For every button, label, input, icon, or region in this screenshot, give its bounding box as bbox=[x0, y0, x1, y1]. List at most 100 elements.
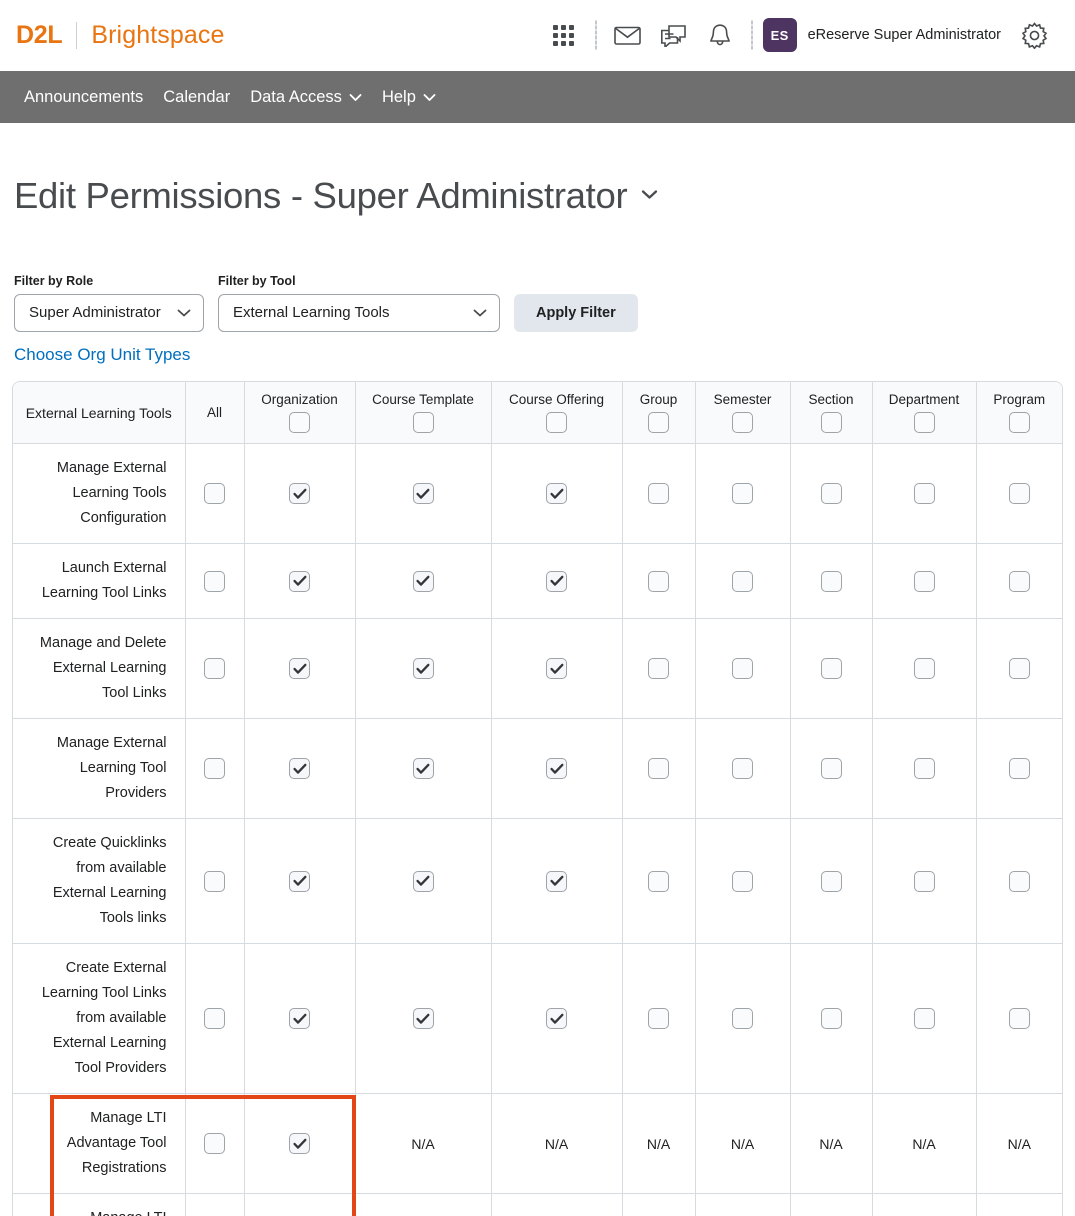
permission-checkbox-group[interactable] bbox=[648, 571, 669, 592]
permission-checkbox-all[interactable] bbox=[204, 871, 225, 892]
permission-checkbox-program[interactable] bbox=[1009, 483, 1030, 504]
nav-item-calendar[interactable]: Calendar bbox=[153, 71, 240, 123]
permission-checkbox-semester[interactable] bbox=[732, 871, 753, 892]
messages-button[interactable] bbox=[651, 13, 697, 57]
permission-checkbox-course-offering[interactable] bbox=[546, 483, 567, 504]
permission-checkbox-section[interactable] bbox=[821, 658, 842, 679]
permission-checkbox-program[interactable] bbox=[1009, 658, 1030, 679]
permission-checkbox-department[interactable] bbox=[914, 871, 935, 892]
permission-checkbox-course-template[interactable] bbox=[413, 571, 434, 592]
permission-checkbox-group[interactable] bbox=[648, 758, 669, 779]
permission-checkbox-semester[interactable] bbox=[732, 571, 753, 592]
permission-checkbox-department[interactable] bbox=[914, 571, 935, 592]
page-title-chevron-down-icon[interactable] bbox=[641, 187, 658, 205]
permission-checkbox-course-offering[interactable] bbox=[546, 871, 567, 892]
column-label: Group bbox=[640, 392, 678, 407]
permission-checkbox-course-offering[interactable] bbox=[546, 758, 567, 779]
cell-course-offering bbox=[491, 619, 622, 719]
permission-checkbox-all[interactable] bbox=[204, 571, 225, 592]
cell-course-template bbox=[355, 819, 491, 944]
column-checkbox-program[interactable] bbox=[1009, 412, 1030, 433]
permission-checkbox-section[interactable] bbox=[821, 483, 842, 504]
cell-organization bbox=[244, 1094, 355, 1194]
column-checkbox-group[interactable] bbox=[648, 412, 669, 433]
email-button[interactable] bbox=[605, 13, 651, 57]
table-row: Manage LTI Advantage Tool DeploymentsN/A… bbox=[13, 1194, 1062, 1216]
permission-checkbox-section[interactable] bbox=[821, 571, 842, 592]
choose-org-unit-types-link[interactable]: Choose Org Unit Types bbox=[12, 345, 190, 365]
nav-item-data-access[interactable]: Data Access bbox=[240, 71, 372, 123]
permission-checkbox-department[interactable] bbox=[914, 758, 935, 779]
apply-filter-button[interactable]: Apply Filter bbox=[514, 294, 638, 332]
filter-role-select[interactable]: Super Administrator bbox=[14, 294, 204, 332]
permission-checkbox-course-template[interactable] bbox=[413, 758, 434, 779]
avatar[interactable]: ES bbox=[763, 18, 797, 52]
permission-checkbox-semester[interactable] bbox=[732, 1008, 753, 1029]
permission-checkbox-all[interactable] bbox=[204, 1133, 225, 1154]
permission-checkbox-course-template[interactable] bbox=[413, 871, 434, 892]
cell-na-section: N/A bbox=[790, 1194, 872, 1216]
permission-checkbox-department[interactable] bbox=[914, 1008, 935, 1029]
column-header-course-offering: Course Offering bbox=[491, 382, 622, 444]
permission-checkbox-course-offering[interactable] bbox=[546, 571, 567, 592]
permission-checkbox-semester[interactable] bbox=[732, 758, 753, 779]
app-grid-button[interactable] bbox=[541, 13, 587, 57]
permission-checkbox-organization[interactable] bbox=[289, 571, 310, 592]
permission-name: Create External Learning Tool Links from… bbox=[13, 944, 185, 1094]
nav-label: Help bbox=[382, 88, 416, 107]
permission-checkbox-all[interactable] bbox=[204, 1008, 225, 1029]
column-checkbox-course-template[interactable] bbox=[413, 412, 434, 433]
permission-checkbox-program[interactable] bbox=[1009, 871, 1030, 892]
permission-checkbox-course-template[interactable] bbox=[413, 658, 434, 679]
permission-checkbox-program[interactable] bbox=[1009, 1008, 1030, 1029]
filter-tool-select[interactable]: External Learning Tools bbox=[218, 294, 500, 332]
permission-checkbox-all[interactable] bbox=[204, 483, 225, 504]
nav-item-announcements[interactable]: Announcements bbox=[14, 71, 153, 123]
permission-checkbox-section[interactable] bbox=[821, 871, 842, 892]
permission-checkbox-group[interactable] bbox=[648, 483, 669, 504]
permission-checkbox-course-offering[interactable] bbox=[546, 1008, 567, 1029]
brand-divider bbox=[76, 22, 77, 49]
column-checkbox-section[interactable] bbox=[821, 412, 842, 433]
settings-button[interactable] bbox=[1011, 13, 1057, 57]
table-row: Create Quicklinks from available Externa… bbox=[13, 819, 1062, 944]
brand-logo[interactable]: D2L Brightspace bbox=[16, 21, 224, 50]
permission-checkbox-section[interactable] bbox=[821, 1008, 842, 1029]
column-checkbox-semester[interactable] bbox=[732, 412, 753, 433]
permission-checkbox-semester[interactable] bbox=[732, 483, 753, 504]
username-label[interactable]: eReserve Super Administrator bbox=[808, 27, 1001, 43]
permission-checkbox-organization[interactable] bbox=[289, 1133, 310, 1154]
permission-checkbox-program[interactable] bbox=[1009, 758, 1030, 779]
permission-checkbox-course-offering[interactable] bbox=[546, 658, 567, 679]
cell-program bbox=[976, 619, 1062, 719]
column-checkbox-organization[interactable] bbox=[289, 412, 310, 433]
cell-semester bbox=[695, 819, 790, 944]
column-checkbox-department[interactable] bbox=[914, 412, 935, 433]
permission-checkbox-organization[interactable] bbox=[289, 871, 310, 892]
permission-checkbox-all[interactable] bbox=[204, 658, 225, 679]
permission-checkbox-all[interactable] bbox=[204, 758, 225, 779]
cell-na-section: N/A bbox=[790, 1094, 872, 1194]
permission-checkbox-department[interactable] bbox=[914, 658, 935, 679]
permission-checkbox-course-template[interactable] bbox=[413, 1008, 434, 1029]
cell-group bbox=[622, 444, 695, 544]
permission-checkbox-organization[interactable] bbox=[289, 1008, 310, 1029]
cell-organization bbox=[244, 944, 355, 1094]
alerts-button[interactable] bbox=[697, 13, 743, 57]
permission-checkbox-section[interactable] bbox=[821, 758, 842, 779]
nav-item-help[interactable]: Help bbox=[372, 71, 446, 123]
permission-checkbox-group[interactable] bbox=[648, 1008, 669, 1029]
permission-checkbox-organization[interactable] bbox=[289, 658, 310, 679]
column-label: Department bbox=[889, 392, 960, 407]
permission-checkbox-department[interactable] bbox=[914, 483, 935, 504]
column-header-tool: External Learning Tools bbox=[13, 382, 185, 444]
permission-checkbox-organization[interactable] bbox=[289, 758, 310, 779]
permission-checkbox-semester[interactable] bbox=[732, 658, 753, 679]
permission-checkbox-program[interactable] bbox=[1009, 571, 1030, 592]
permission-checkbox-group[interactable] bbox=[648, 871, 669, 892]
column-checkbox-course-offering[interactable] bbox=[546, 412, 567, 433]
permission-checkbox-organization[interactable] bbox=[289, 483, 310, 504]
permission-checkbox-group[interactable] bbox=[648, 658, 669, 679]
column-label: Course Offering bbox=[509, 392, 604, 407]
permission-checkbox-course-template[interactable] bbox=[413, 483, 434, 504]
